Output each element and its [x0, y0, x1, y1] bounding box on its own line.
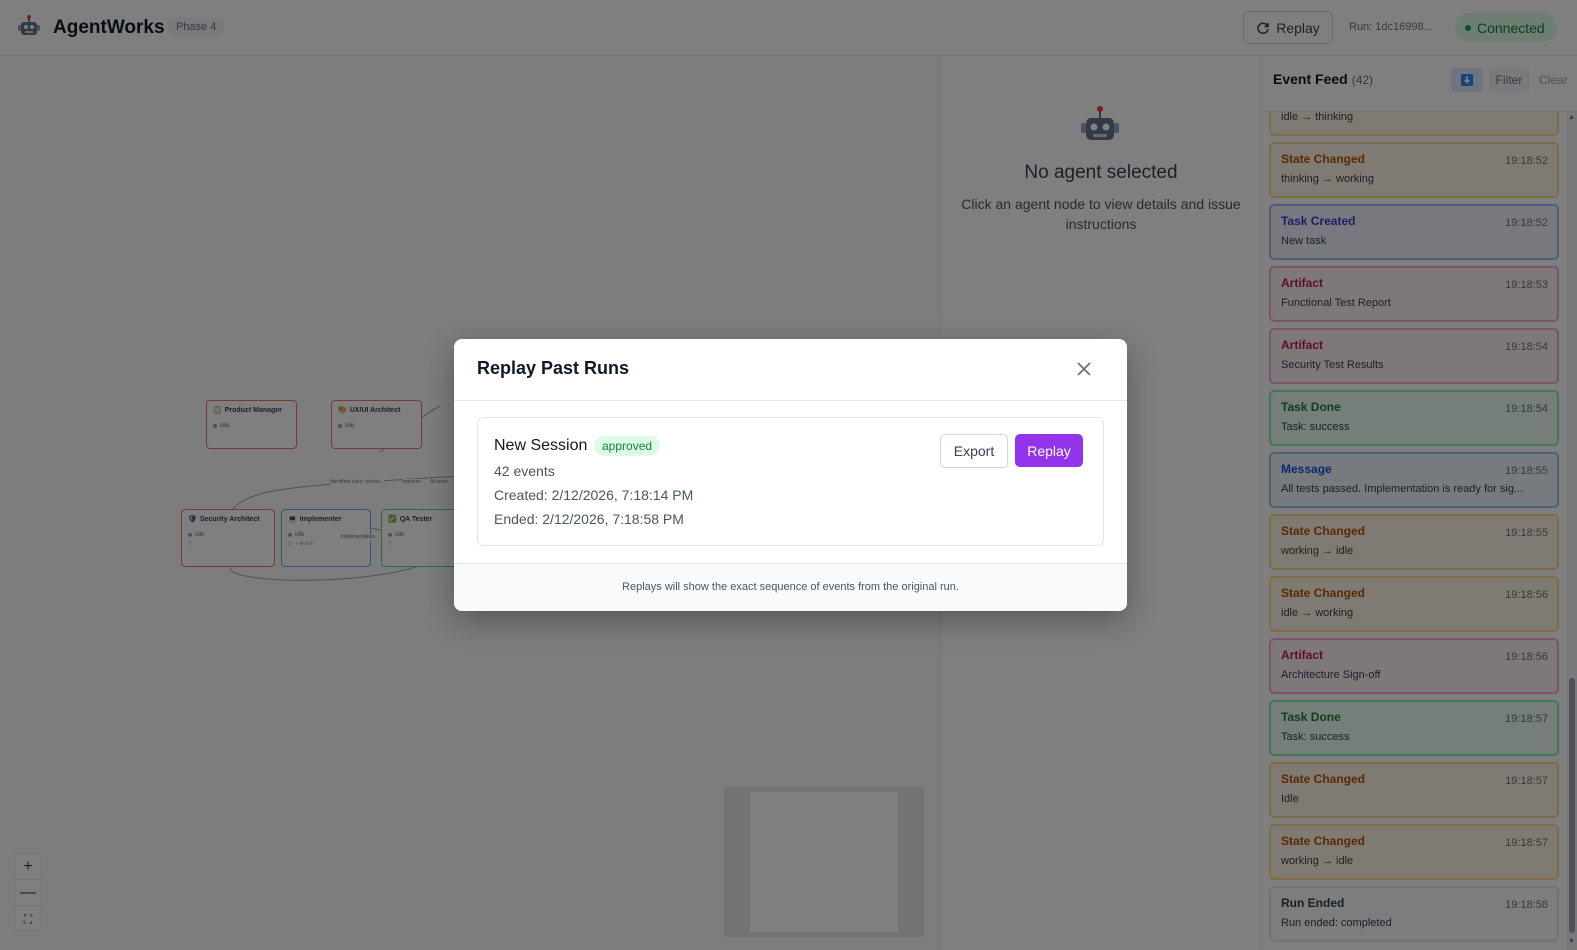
- footer-note: Replays will show the exact sequence of …: [622, 581, 959, 593]
- run-card: New Session approved 42 events Created: …: [477, 417, 1104, 546]
- modal-header: Replay Past Runs: [454, 339, 1127, 401]
- replay-run-button[interactable]: Replay: [1015, 434, 1083, 467]
- replay-modal: Replay Past Runs New Session approved 42…: [454, 339, 1127, 611]
- run-ended: Ended: 2/12/2026, 7:18:58 PM: [494, 511, 684, 527]
- run-created: Created: 2/12/2026, 7:18:14 PM: [494, 487, 694, 503]
- modal-title: Replay Past Runs: [477, 358, 630, 378]
- close-icon[interactable]: [1072, 357, 1096, 381]
- export-button[interactable]: Export: [940, 434, 1008, 468]
- run-event-count: 42 events: [494, 463, 555, 479]
- run-name: New Session: [494, 437, 588, 454]
- modal-footer: Replays will show the exact sequence of …: [454, 563, 1127, 611]
- status-badge: approved: [594, 436, 661, 456]
